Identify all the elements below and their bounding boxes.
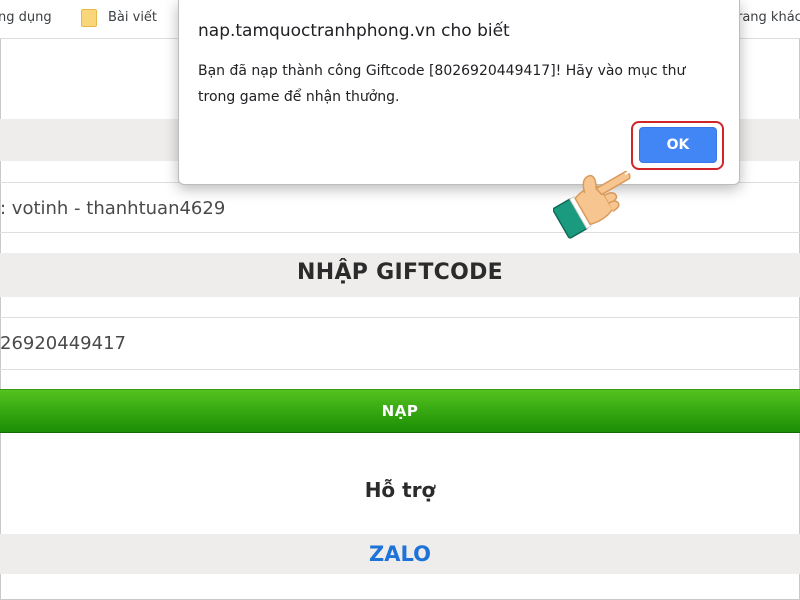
support-label: Hỗ trợ: [364, 478, 436, 502]
zalo-link[interactable]: ZALO: [0, 534, 800, 574]
alert-dialog: nap.tamquoctranhphong.vn cho biết Bạn đã…: [178, 0, 740, 185]
user-info: : votinh - thanhtuan4629: [0, 198, 226, 219]
folder-icon: [81, 9, 97, 27]
giftcode-input-border: [0, 317, 800, 318]
dialog-title: nap.tamquoctranhphong.vn cho biết: [198, 21, 510, 41]
bookmark-apps[interactable]: ng dụng: [0, 10, 52, 25]
nap-button[interactable]: NẠP: [0, 389, 800, 433]
divider: [0, 232, 800, 233]
bookmark-bai-viet[interactable]: Bài viết: [108, 10, 157, 25]
section-title: NHẬP GIFTCODE: [297, 260, 503, 285]
bookmark-other[interactable]: rang khác: [737, 10, 800, 25]
giftcode-input[interactable]: 26920449417: [0, 333, 126, 354]
pointing-hand-icon: [553, 159, 634, 239]
giftcode-input-border: [0, 369, 800, 370]
ok-button[interactable]: OK: [639, 127, 717, 163]
dialog-message: Bạn đã nạp thành công Giftcode [80269204…: [198, 63, 686, 105]
